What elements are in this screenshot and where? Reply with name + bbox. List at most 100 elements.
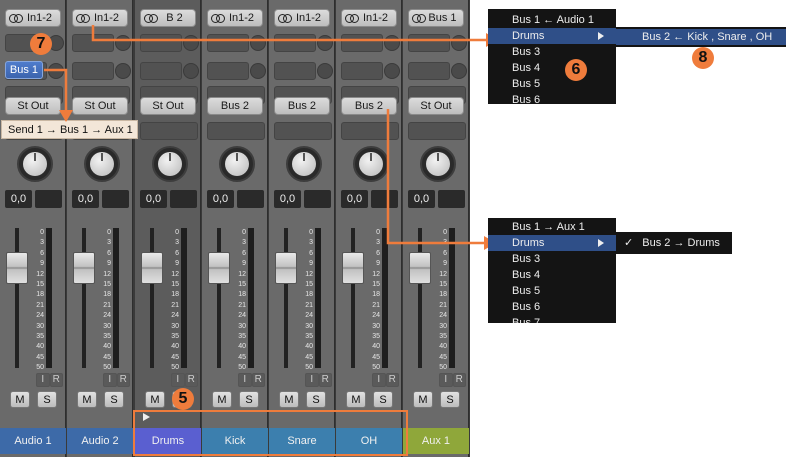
input-monitor-button[interactable]: I	[103, 373, 117, 387]
pan-value[interactable]: 0,0	[72, 190, 99, 208]
mute-button[interactable]: M	[10, 391, 30, 408]
input-monitor-button[interactable]: I	[171, 373, 185, 387]
solo-button[interactable]: S	[306, 391, 326, 408]
pan-value[interactable]: 0,0	[274, 190, 301, 208]
menu-item[interactable]: Bus 4	[488, 267, 616, 283]
pan-knob[interactable]	[219, 146, 255, 182]
insert-slot[interactable]	[274, 34, 316, 52]
menu-item[interactable]: Bus 6	[488, 299, 616, 315]
pan-value[interactable]: 0,0	[341, 190, 368, 208]
pan-knob[interactable]	[353, 146, 389, 182]
menu-item[interactable]: Drums	[488, 235, 616, 251]
mute-button[interactable]: M	[279, 391, 299, 408]
volume-fader[interactable]	[73, 252, 95, 284]
input-monitor-button[interactable]: I	[36, 373, 50, 387]
record-button[interactable]: R	[49, 373, 63, 387]
mute-button[interactable]: M	[413, 391, 433, 408]
insert-slot[interactable]	[72, 62, 114, 80]
pan-knob[interactable]	[152, 146, 188, 182]
pan-value[interactable]: 0,0	[408, 190, 435, 208]
pan-knob[interactable]	[17, 146, 53, 182]
pan-knob[interactable]	[286, 146, 322, 182]
insert-slot[interactable]	[408, 62, 450, 80]
solo-button[interactable]: S	[104, 391, 124, 408]
send-slot-bus1-button[interactable]: Bus 1	[5, 61, 43, 79]
volume-fader[interactable]	[6, 252, 28, 284]
insert-slot[interactable]	[140, 34, 182, 52]
volume-fader[interactable]	[342, 252, 364, 284]
input-slot-button[interactable]: In1-2	[207, 9, 263, 27]
insert-slot[interactable]	[341, 62, 383, 80]
record-button[interactable]: R	[184, 373, 198, 387]
insert-slot[interactable]	[341, 34, 383, 52]
input-slot-button[interactable]: In1-2	[72, 9, 128, 27]
output-slot-button[interactable]: Bus 2	[341, 97, 397, 115]
input-slot-button[interactable]: In1-2	[274, 9, 330, 27]
menu-item[interactable]: Bus 5	[488, 76, 616, 92]
channel-name-tab[interactable]: Aux 1	[403, 428, 469, 454]
record-button[interactable]: R	[251, 373, 265, 387]
submenu-item-bus2-sources[interactable]: Bus 2 ← Kick , Snare , OH	[616, 29, 786, 45]
volume-fader[interactable]	[409, 252, 431, 284]
insert-slot[interactable]	[408, 34, 450, 52]
mute-button[interactable]: M	[77, 391, 97, 408]
pan-value[interactable]: 0,0	[140, 190, 167, 208]
pan-knob[interactable]	[84, 146, 120, 182]
menu-item[interactable]: Bus 7	[488, 315, 616, 323]
menu-item[interactable]: Bus 1 → Aux 1	[488, 219, 616, 235]
solo-button[interactable]: S	[373, 391, 393, 408]
mute-button[interactable]: M	[346, 391, 366, 408]
menu-item[interactable]: Bus 3	[488, 251, 616, 267]
insert-slot[interactable]	[72, 34, 114, 52]
input-monitor-button[interactable]: I	[439, 373, 453, 387]
group-slot[interactable]	[207, 122, 265, 140]
group-slot[interactable]	[408, 122, 466, 140]
scale-tick-label: 15	[372, 281, 380, 289]
submenu-item-bus2-drums[interactable]: ✓ Bus 2 → Drums	[616, 235, 732, 251]
record-button[interactable]: R	[385, 373, 399, 387]
volume-fader[interactable]	[141, 252, 163, 284]
mute-button[interactable]: M	[145, 391, 165, 408]
input-slot-button[interactable]: In1-2	[5, 9, 61, 27]
input-monitor-button[interactable]: I	[238, 373, 252, 387]
record-button[interactable]: R	[318, 373, 332, 387]
menu-item[interactable]: Bus 3	[488, 44, 616, 60]
solo-button[interactable]: S	[440, 391, 460, 408]
channel-name-tab[interactable]: Audio 2	[67, 428, 133, 454]
scale-tick-label: 18	[372, 291, 380, 299]
insert-slot[interactable]	[274, 62, 316, 80]
insert-slot[interactable]	[207, 62, 249, 80]
channel-name-tab[interactable]: Audio 1	[0, 428, 66, 454]
output-slot-button[interactable]: St Out	[72, 97, 128, 115]
input-slot-button[interactable]: Bus 1	[408, 9, 464, 27]
group-slot[interactable]	[140, 122, 198, 140]
pan-knob[interactable]	[420, 146, 456, 182]
pan-value[interactable]: 0,0	[207, 190, 234, 208]
menu-item[interactable]: Bus 6	[488, 92, 616, 104]
menu-item[interactable]: Bus 4	[488, 60, 616, 76]
menu-item[interactable]: Drums	[488, 28, 616, 44]
insert-slot[interactable]	[140, 62, 182, 80]
menu-item[interactable]: Bus 5	[488, 283, 616, 299]
volume-fader[interactable]	[208, 252, 230, 284]
pan-value[interactable]: 0,0	[5, 190, 32, 208]
output-slot-button[interactable]: Bus 2	[274, 97, 330, 115]
group-slot[interactable]	[341, 122, 399, 140]
input-monitor-button[interactable]: I	[305, 373, 319, 387]
output-slot-button[interactable]: Bus 2	[207, 97, 263, 115]
record-button[interactable]: R	[116, 373, 130, 387]
record-button[interactable]: R	[452, 373, 466, 387]
insert-slot[interactable]	[207, 34, 249, 52]
menu-item[interactable]: Bus 1 ← Audio 1	[488, 12, 616, 28]
input-slot-button[interactable]: In1-2	[341, 9, 397, 27]
group-slot[interactable]	[274, 122, 332, 140]
solo-button[interactable]: S	[37, 391, 57, 408]
input-slot-button[interactable]: B 2	[140, 9, 196, 27]
input-monitor-button[interactable]: I	[372, 373, 386, 387]
volume-fader[interactable]	[275, 252, 297, 284]
mute-button[interactable]: M	[212, 391, 232, 408]
output-slot-button[interactable]: St Out	[408, 97, 464, 115]
output-slot-button[interactable]: St Out	[5, 97, 61, 115]
output-slot-button[interactable]: St Out	[140, 97, 196, 115]
solo-button[interactable]: S	[239, 391, 259, 408]
